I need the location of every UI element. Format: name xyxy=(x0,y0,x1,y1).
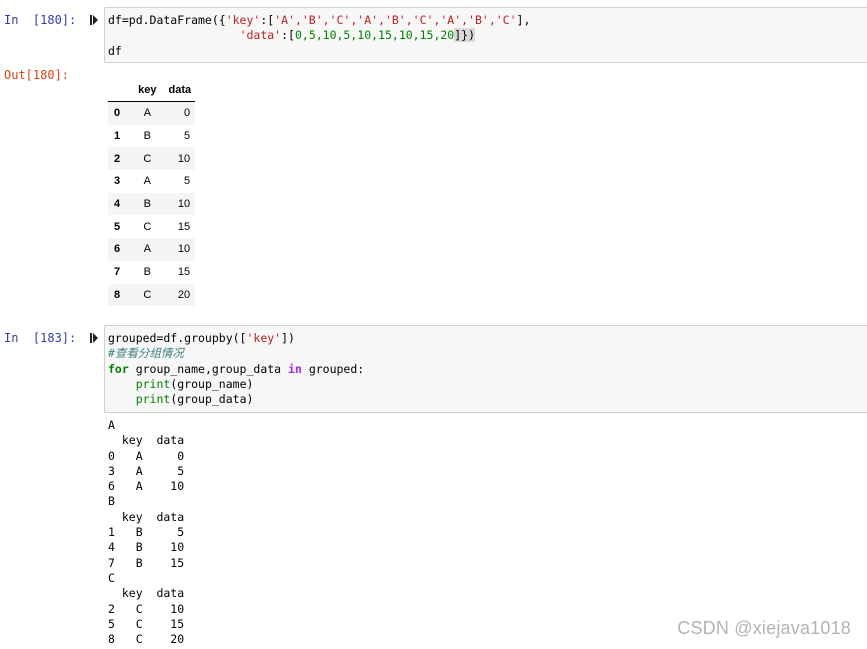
table-row: 8 C 20 xyxy=(108,283,196,307)
table-row: 6 A 10 xyxy=(108,238,196,261)
watermark: CSDN @xiejava1018 xyxy=(677,618,851,638)
cell-key: C xyxy=(143,152,152,165)
cell-key: C xyxy=(143,220,152,233)
cell-data: 10 xyxy=(177,243,191,256)
row-index: 4 xyxy=(114,198,121,211)
row-index: 0 xyxy=(114,107,121,120)
table-row: 0 A 0 xyxy=(108,101,196,125)
cell1-in-prompt: In [180]: xyxy=(4,13,77,27)
cell-data: 10 xyxy=(177,198,191,211)
cell-data: 10 xyxy=(177,152,191,165)
table-row: 7 B 15 xyxy=(108,261,195,284)
row-index: 2 xyxy=(114,152,121,165)
column-header-key: key xyxy=(130,79,165,102)
cell-data: 15 xyxy=(177,266,191,279)
table-row: 5 C 15 xyxy=(108,215,195,238)
cell1-input-area[interactable]: df=pd.DataFrame({'key':['A','B','C','A',… xyxy=(104,7,867,63)
row-index: 1 xyxy=(114,130,121,143)
dataframe-table: key data 0 A 0 1 B 5 2 C 10 3 A 5 4 B 10 5 C 15 6 A 10 7 B 15 8 C… xyxy=(108,79,196,307)
column-header-data: data xyxy=(164,79,196,102)
run-cell-icon[interactable] xyxy=(90,15,98,25)
run-cell-icon[interactable] xyxy=(90,333,98,343)
row-index: 6 xyxy=(114,243,121,256)
table-header-row: key data xyxy=(108,79,196,102)
cell-data: 20 xyxy=(177,288,191,301)
cell-key: B xyxy=(143,266,151,279)
cell-data: 5 xyxy=(183,175,191,188)
cell-key: A xyxy=(143,175,151,188)
cell2-in-prompt: In [183]: xyxy=(4,331,77,345)
table-row: 1 B 5 xyxy=(108,125,195,148)
cell-data: 0 xyxy=(183,107,191,120)
cell-key: A xyxy=(143,243,151,256)
cell-key: A xyxy=(143,107,151,120)
cell2-stdout: A key data 0 A 0 3 A 5 6 A 10 B key data… xyxy=(108,418,185,647)
row-index: 5 xyxy=(114,220,121,233)
table-body: 0 A 0 1 B 5 2 C 10 3 A 5 4 B 10 5 C 15 6 A 10 7 B 15 8 C 20 xyxy=(108,101,196,307)
cell-key: C xyxy=(143,288,152,301)
cell-data: 15 xyxy=(177,220,191,233)
cell-key: B xyxy=(143,130,151,143)
cell1-code[interactable]: df=pd.DataFrame({'key':['A','B','C','A',… xyxy=(108,13,867,59)
cell1-out-prompt: Out[180]: xyxy=(4,68,70,82)
row-index: 3 xyxy=(114,175,121,188)
index-header xyxy=(108,79,131,102)
cell2-code[interactable]: grouped=df.groupby(['key']) #查看分组情况 for … xyxy=(108,331,867,407)
cell2-input-area[interactable]: grouped=df.groupby(['key']) #查看分组情况 for … xyxy=(104,325,867,413)
table-row: 2 C 10 xyxy=(108,147,196,171)
cell-data: 5 xyxy=(183,130,191,143)
table-row: 4 B 10 xyxy=(108,192,196,216)
row-index: 7 xyxy=(114,266,121,279)
table-row: 3 A 5 xyxy=(108,170,195,193)
cell-key: B xyxy=(143,198,151,211)
row-index: 8 xyxy=(114,288,121,301)
